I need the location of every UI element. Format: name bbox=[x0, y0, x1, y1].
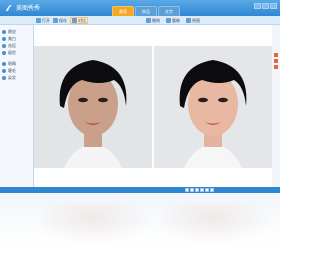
tab-label: 饰品 bbox=[142, 9, 150, 14]
open-label: 打开 bbox=[42, 17, 50, 23]
save-label: 保存 bbox=[59, 17, 67, 23]
undo-label: 撤销 bbox=[152, 17, 160, 23]
window-reflection bbox=[0, 193, 280, 270]
actual-size-icon[interactable] bbox=[200, 188, 204, 192]
original-icon bbox=[186, 18, 191, 23]
photo-canvas bbox=[34, 25, 272, 187]
slim-face-icon bbox=[2, 51, 6, 55]
smooth-skin-icon bbox=[2, 30, 6, 34]
sidebar-item-label: 瘦脸 bbox=[8, 50, 16, 55]
whiten-icon bbox=[2, 37, 6, 41]
sidebar-item-eye[interactable]: 眼睛 bbox=[2, 61, 32, 67]
status-icons bbox=[185, 187, 214, 192]
minimize-button[interactable] bbox=[254, 3, 261, 9]
app-logo-icon bbox=[6, 4, 12, 11]
compare-icon bbox=[72, 18, 77, 23]
main-window: 美图秀秀 美容 饰品 文字 打开 保存 对比 撤销 重做 原图 磨皮 美白 祛痘… bbox=[0, 0, 280, 193]
sidebar-item-smooth-skin[interactable]: 磨皮 bbox=[2, 29, 32, 35]
acne-icon bbox=[2, 44, 6, 48]
undo-icon bbox=[146, 18, 151, 23]
redo-button[interactable]: 重做 bbox=[166, 17, 180, 24]
app-root: 美图秀秀 美容 饰品 文字 打开 保存 对比 撤销 重做 原图 磨皮 美白 祛痘… bbox=[0, 0, 280, 270]
tool-sidebar: 磨皮 美白 祛痘 瘦脸 眼睛 睫毛 染发 bbox=[0, 25, 34, 187]
eyelash-icon bbox=[2, 69, 6, 73]
original-button[interactable]: 原图 bbox=[186, 17, 200, 24]
reflection-blur bbox=[154, 203, 272, 243]
marker-icon[interactable] bbox=[274, 53, 278, 57]
tab-label: 文字 bbox=[165, 9, 173, 14]
retouched-photo[interactable] bbox=[154, 46, 272, 168]
fullscreen-icon[interactable] bbox=[210, 188, 214, 192]
sidebar-item-hair-dye[interactable]: 染发 bbox=[2, 75, 32, 81]
top-tabs: 美容 饰品 文字 bbox=[112, 6, 180, 16]
open-button[interactable]: 打开 bbox=[36, 17, 50, 24]
window-controls bbox=[254, 3, 277, 9]
sidebar-item-label: 祛痘 bbox=[8, 43, 16, 48]
original-photo[interactable] bbox=[34, 46, 152, 168]
marker-icon[interactable] bbox=[274, 65, 278, 69]
sidebar-item-slim-face[interactable]: 瘦脸 bbox=[2, 50, 32, 56]
sidebar-item-acne[interactable]: 祛痘 bbox=[2, 43, 32, 49]
reflection-blur bbox=[34, 203, 152, 243]
zoom-out-icon[interactable] bbox=[190, 188, 194, 192]
sidebar-item-whiten[interactable]: 美白 bbox=[2, 36, 32, 42]
rotate-icon[interactable] bbox=[205, 188, 209, 192]
toolbar: 打开 保存 对比 撤销 重做 原图 bbox=[0, 16, 280, 25]
title-bar[interactable]: 美图秀秀 美容 饰品 文字 bbox=[0, 0, 280, 16]
sidebar-item-label: 睫毛 bbox=[8, 68, 16, 73]
redo-icon bbox=[166, 18, 171, 23]
fit-icon[interactable] bbox=[195, 188, 199, 192]
open-icon bbox=[36, 18, 41, 23]
undo-button[interactable]: 撤销 bbox=[146, 17, 160, 24]
sidebar-item-eyelash[interactable]: 睫毛 bbox=[2, 68, 32, 74]
app-title: 美图秀秀 bbox=[16, 5, 41, 12]
zoom-in-icon[interactable] bbox=[185, 188, 189, 192]
marker-icon[interactable] bbox=[274, 59, 278, 63]
tab-text[interactable]: 文字 bbox=[158, 6, 180, 16]
right-panel bbox=[272, 25, 280, 187]
hair-dye-icon bbox=[2, 76, 6, 80]
redo-label: 重做 bbox=[172, 17, 180, 23]
sidebar-item-label: 美白 bbox=[8, 36, 16, 41]
save-icon bbox=[53, 18, 58, 23]
close-button[interactable] bbox=[270, 3, 277, 9]
tab-accessories[interactable]: 饰品 bbox=[135, 6, 157, 16]
compare-button[interactable]: 对比 bbox=[70, 17, 88, 24]
sidebar-item-label: 染发 bbox=[8, 75, 16, 80]
sidebar-item-label: 眼睛 bbox=[8, 61, 16, 66]
tab-label: 美容 bbox=[119, 9, 127, 14]
compare-label: 对比 bbox=[78, 17, 86, 23]
sidebar-item-label: 磨皮 bbox=[8, 29, 16, 34]
save-button[interactable]: 保存 bbox=[53, 17, 67, 24]
tab-beauty[interactable]: 美容 bbox=[112, 6, 134, 16]
original-label: 原图 bbox=[192, 17, 200, 23]
eye-icon bbox=[2, 62, 6, 66]
maximize-button[interactable] bbox=[262, 3, 269, 9]
